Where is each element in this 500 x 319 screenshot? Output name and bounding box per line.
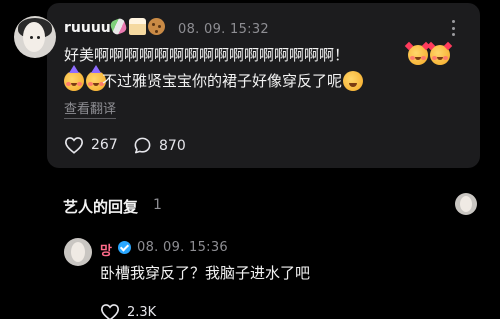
cake-icon <box>129 18 146 35</box>
like-button[interactable]: 267 <box>64 136 118 154</box>
artist-avatar[interactable] <box>64 238 92 266</box>
cookie-icon <box>148 18 165 35</box>
smiling-hearts-face-icon <box>404 41 431 65</box>
reply-text: 卧槽我穿反了？我脑子进水了吧 <box>100 264 311 282</box>
reply-timestamp: 08. 09. 15:36 <box>137 240 228 255</box>
verified-badge-icon <box>118 241 131 254</box>
like-count: 267 <box>91 137 118 153</box>
partying-face-icon <box>64 65 84 91</box>
candy-icon <box>109 17 128 36</box>
smiling-hearts-face-icon <box>426 41 453 65</box>
comment-bubble-icon <box>134 137 151 154</box>
artist-avatar-small[interactable] <box>455 193 477 215</box>
username-emojis <box>109 17 165 36</box>
comment-text-line2: 不过雅贤宝宝你的裙子好像穿反了呢 <box>102 72 343 90</box>
artist-replies-title: 艺人的回复 <box>63 198 139 216</box>
comment-timestamp: 08. 09. 15:32 <box>178 22 269 37</box>
artist-replies-count: 1 <box>153 197 162 213</box>
rolling-laughing-face-icon <box>343 71 363 91</box>
artist-username[interactable]: 망 <box>100 240 112 259</box>
reply-like-button[interactable]: 2.3K <box>100 303 156 319</box>
commenter-username[interactable]: ruuuu <box>64 20 111 36</box>
reply-like-count: 2.3K <box>127 304 157 319</box>
comment-count: 870 <box>159 137 186 154</box>
more-options-icon[interactable] <box>446 18 460 38</box>
heart-icon <box>100 304 120 319</box>
commenter-avatar[interactable] <box>14 16 56 58</box>
see-translation-link[interactable]: 查看翻译 <box>64 98 117 119</box>
heart-icon <box>64 137 84 154</box>
reply-button[interactable]: 870 <box>133 136 186 155</box>
comment-text-line1: 好美啊啊啊啊啊啊啊啊啊啊啊啊啊啊啊啊！ <box>64 46 350 64</box>
